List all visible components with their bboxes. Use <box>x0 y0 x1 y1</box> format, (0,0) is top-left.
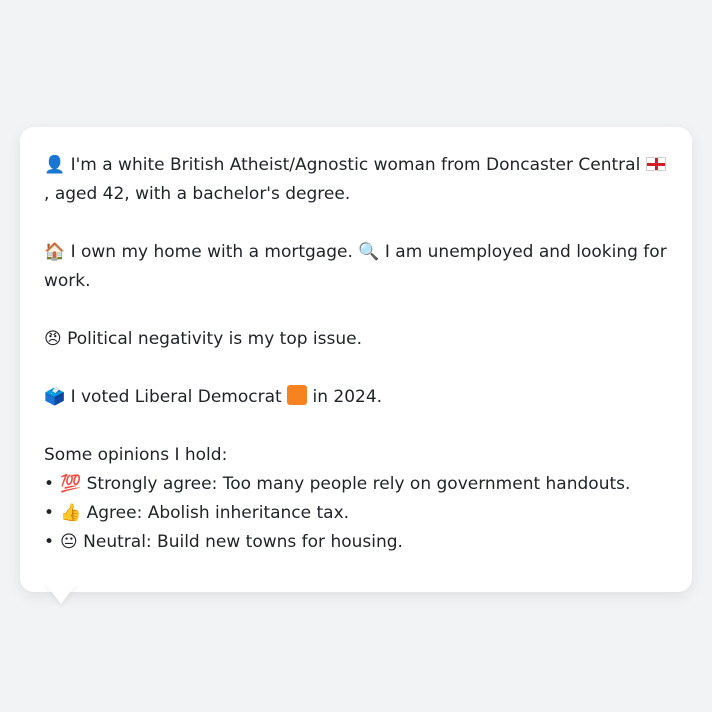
opinion-text: Neutral: Build new towns for housing. <box>83 532 403 552</box>
ballot-box-icon: 🗳️ <box>44 387 66 407</box>
opinion-text: Agree: Abolish inheritance tax. <box>86 503 350 523</box>
neutral-face-icon: 😐 <box>60 532 78 552</box>
bullet: • <box>44 503 55 523</box>
housing-text: I own my home with a mortgage. <box>70 242 353 262</box>
top-issue-paragraph: 😠 Political negativity is my top issue. <box>44 325 668 354</box>
opinion-item: • 😐 Neutral: Build new towns for housing. <box>44 528 668 557</box>
opinion-item: • 💯 Strongly agree: Too many people rely … <box>44 470 668 499</box>
opinions-heading: Some opinions I hold: <box>44 445 228 465</box>
angry-face-icon: 😠 <box>44 329 62 349</box>
identity-comma: , <box>44 184 50 204</box>
thumbs-up-icon: 👍 <box>60 503 82 523</box>
housing-employment-paragraph: 🏠 I own my home with a mortgage. 🔍 I am … <box>44 238 668 296</box>
opinion-text: Strongly agree: Too many people rely on … <box>86 474 631 494</box>
vote-paragraph: 🗳️ I voted Liberal Democrat in 2024. <box>44 383 668 412</box>
england-flag-icon <box>645 157 666 171</box>
hundred-points-icon: 💯 <box>60 474 82 494</box>
bubble-tail <box>44 582 78 604</box>
identity-paragraph: 👤 I'm a white British Atheist/Agnostic w… <box>44 151 668 209</box>
house-icon: 🏠 <box>44 242 66 262</box>
vote-year-text: in 2024. <box>312 387 383 407</box>
vote-text: I voted Liberal Democrat <box>70 387 282 407</box>
top-issue-text: Political negativity is my top issue. <box>67 329 363 349</box>
opinion-item: • 👍 Agree: Abolish inheritance tax. <box>44 499 668 528</box>
person-silhouette-icon: 👤 <box>44 155 66 175</box>
bullet: • <box>44 532 55 552</box>
orange-square-icon <box>287 385 308 405</box>
magnifying-glass-icon: 🔍 <box>358 242 380 262</box>
age-education-text: aged 42, with a bachelor's degree. <box>54 184 351 204</box>
stage: 👤 I'm a white British Atheist/Agnostic w… <box>0 0 712 712</box>
identity-text: I'm a white British Atheist/Agnostic wom… <box>70 155 641 175</box>
bullet: • <box>44 474 55 494</box>
profile-message-bubble: 👤 I'm a white British Atheist/Agnostic w… <box>20 127 692 592</box>
